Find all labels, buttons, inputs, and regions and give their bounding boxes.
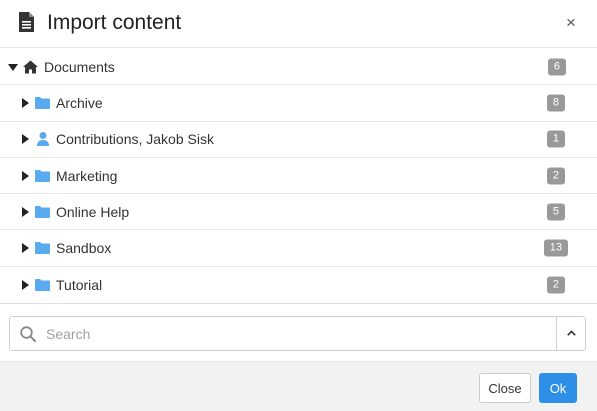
search-box xyxy=(9,316,586,351)
folder-icon xyxy=(35,96,50,109)
tree-item-tutorial[interactable]: Tutorial 2 xyxy=(0,267,597,303)
tree-item-label: Sandbox xyxy=(56,240,112,257)
tree-item-label: Marketing xyxy=(56,167,118,184)
caret-right-icon[interactable] xyxy=(20,134,30,145)
tree-item-marketing[interactable]: Marketing 2 xyxy=(0,158,597,195)
tree-item-label: Archive xyxy=(56,94,103,111)
caret-down-icon[interactable] xyxy=(8,62,18,72)
search-icon xyxy=(20,326,36,342)
caret-right-icon[interactable] xyxy=(20,97,30,108)
caret-right-icon[interactable] xyxy=(20,243,30,254)
user-icon xyxy=(37,132,49,147)
tree-item-label: Tutorial xyxy=(56,276,103,293)
document-icon xyxy=(19,12,34,32)
tree-root-documents[interactable]: Documents 6 xyxy=(0,49,597,86)
item-count-badge: 1 xyxy=(546,130,565,148)
ok-button[interactable]: Ok xyxy=(539,373,577,403)
dialog-title: Import content xyxy=(47,11,182,34)
dialog-header: Import content × xyxy=(0,0,597,48)
item-count-badge: 2 xyxy=(546,276,565,294)
tree-item-archive[interactable]: Archive 8 xyxy=(0,85,597,122)
chevron-up-icon xyxy=(567,330,576,336)
dialog-footer: Close Ok xyxy=(0,361,597,411)
search-input[interactable] xyxy=(46,318,556,349)
close-icon[interactable]: × xyxy=(563,14,579,31)
folder-icon xyxy=(35,242,50,255)
folder-tree: Documents 6 Archive 8 Contributions, Jak… xyxy=(0,49,597,303)
caret-right-icon[interactable] xyxy=(20,206,30,217)
item-count-badge: 5 xyxy=(546,203,565,221)
tree-item-online-help[interactable]: Online Help 5 xyxy=(0,194,597,231)
close-button[interactable]: Close xyxy=(479,373,531,403)
import-content-dialog: Import content × Documents 6 Archive 8 C… xyxy=(0,0,597,411)
item-count-badge: 2 xyxy=(546,167,565,185)
home-icon xyxy=(23,60,38,74)
search-area xyxy=(0,303,597,361)
tree-item-label: Contributions, Jakob Sisk xyxy=(56,131,214,148)
folder-icon xyxy=(35,169,50,182)
tree-item-label: Online Help xyxy=(56,203,130,220)
tree-item-sandbox[interactable]: Sandbox 13 xyxy=(0,230,597,267)
tree-item-contributions[interactable]: Contributions, Jakob Sisk 1 xyxy=(0,122,597,158)
folder-icon xyxy=(35,278,50,291)
collapse-button[interactable] xyxy=(557,317,586,350)
folder-icon xyxy=(35,205,50,218)
item-count-badge: 13 xyxy=(543,239,568,257)
item-count-badge: 8 xyxy=(546,94,565,112)
tree-item-label: Documents xyxy=(44,58,115,75)
caret-right-icon[interactable] xyxy=(20,170,30,181)
item-count-badge: 6 xyxy=(547,58,566,76)
caret-right-icon[interactable] xyxy=(20,279,30,290)
